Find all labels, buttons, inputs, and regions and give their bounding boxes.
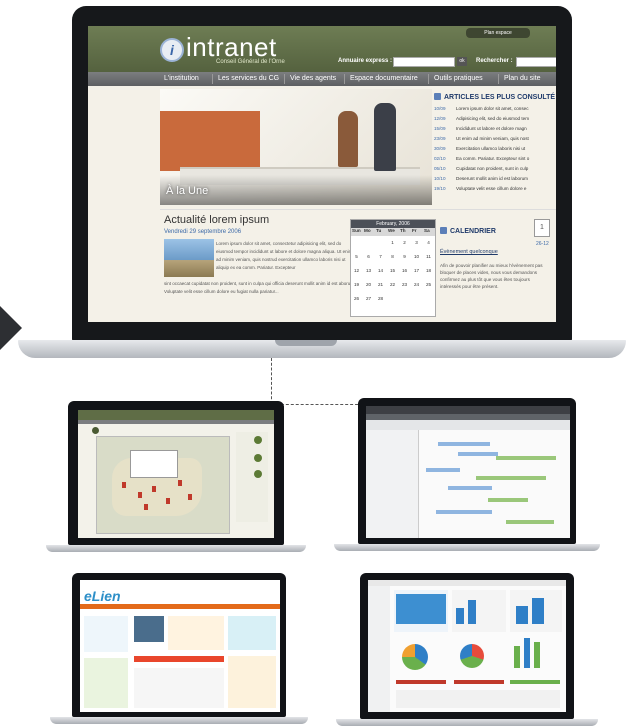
nav-item-institution[interactable]: L'institution xyxy=(164,72,199,86)
dashboard-screen xyxy=(368,580,566,712)
info-icon: i xyxy=(160,38,184,62)
calendar-day[interactable]: 28 xyxy=(375,296,386,301)
gantt-screen xyxy=(366,406,570,538)
hero-image[interactable]: À la Une xyxy=(160,89,432,205)
calendar-day[interactable]: 4 xyxy=(423,240,434,245)
calendar-day[interactable]: 19 xyxy=(351,282,362,287)
calendar-day[interactable]: 15 xyxy=(387,268,398,273)
calendar-day[interactable]: 9 xyxy=(399,254,410,259)
nav-item-services[interactable]: Les services du CG xyxy=(218,72,279,86)
search-input[interactable] xyxy=(516,57,556,67)
calendar-day[interactable]: 5 xyxy=(351,254,362,259)
article-row[interactable]: 02/10 Ea comm. Pariatur. Excepteur sint o xyxy=(434,156,529,161)
articles-title: ARTICLES LES PLUS CONSULTÉ xyxy=(444,94,556,101)
news-date: Vendredi 29 septembre 2006 xyxy=(164,229,242,235)
article-row[interactable]: 05/10 Cupidatat non proident, sunt in cul… xyxy=(434,166,528,171)
hero-caption: À la Une xyxy=(166,185,209,197)
logo-subtitle: Conseil Général de l'Orne xyxy=(216,59,285,65)
nav-item-vie-agents[interactable]: Vie des agents xyxy=(290,72,336,86)
nav-item-plan-site[interactable]: Plan du site xyxy=(504,72,541,86)
calendar-day[interactable]: 1 xyxy=(387,240,398,245)
article-row[interactable]: 15/09 Incididunt ut labore et dolore magn xyxy=(434,126,527,131)
event-text: Afin de pouvoir planifier au mieux l'évè… xyxy=(440,263,543,289)
article-row[interactable]: 30/09 Exercitation ullamco laboris nisi u… xyxy=(434,146,525,151)
nav-item-outils[interactable]: Outils pratiques xyxy=(434,72,483,86)
plan-espace-button[interactable]: Plan espace xyxy=(466,28,530,38)
calendar-day[interactable]: 21 xyxy=(375,282,386,287)
calendar-day[interactable]: 14 xyxy=(375,268,386,273)
laptop-base xyxy=(336,719,598,726)
main-laptop-screen: i intranet Conseil Général de l'Orne Pla… xyxy=(88,26,556,322)
connector-line xyxy=(271,404,363,405)
calendar-day[interactable]: 23 xyxy=(399,282,410,287)
calendar-day[interactable]: 20 xyxy=(363,282,374,287)
nav-item-documentaire[interactable]: Espace documentaire xyxy=(350,72,418,86)
article-row[interactable]: 23/09 Ut enim ad minim veniam, quis nost xyxy=(434,136,529,141)
article-row[interactable]: 19/10 Voluptate velit esse cillum dolore … xyxy=(434,186,526,191)
agenda-title: CALENDRIER xyxy=(450,228,496,235)
divider xyxy=(160,209,556,210)
calendar-day[interactable]: 10 xyxy=(411,254,422,259)
article-row[interactable]: 10/10 Deserunt mollit anim id est laborum xyxy=(434,176,528,181)
article-row[interactable]: 12/09 Adipisicing elit, sed do eiusmod te… xyxy=(434,116,529,121)
calendar-month[interactable]: February, 2006 xyxy=(351,220,435,228)
search-label: Rechercher : xyxy=(476,58,513,64)
article-row[interactable]: 10/09 Lorem ipsum dolor sit amet, consec xyxy=(434,106,529,111)
calendar-day[interactable]: 26 xyxy=(351,296,362,301)
main-nav: L'institution Les services du CG Vie des… xyxy=(88,72,556,86)
event-link[interactable]: Évènement quelconque xyxy=(440,249,498,255)
laptop-base xyxy=(46,545,306,552)
annuaire-label: Annuaire express : xyxy=(338,58,393,64)
calendar-day[interactable]: 22 xyxy=(387,282,398,287)
news-text: Lorem ipsum dolor sit amet, consectetur … xyxy=(216,241,353,270)
connector-line xyxy=(271,358,272,404)
calendar-day[interactable]: 8 xyxy=(387,254,398,259)
calendar-weekdays: Sun Mo Tu We Th Fr Sa xyxy=(351,228,435,236)
calendar-day[interactable]: 2 xyxy=(399,240,410,245)
calendar-day[interactable]: 27 xyxy=(363,296,374,301)
map-screen xyxy=(78,410,274,538)
news-text-continued: sint occaecat cupidatat non proident, su… xyxy=(164,281,356,294)
laptop-base xyxy=(334,544,600,551)
laptop-base xyxy=(50,717,308,724)
calendar-day[interactable]: 12 xyxy=(351,268,362,273)
calendar-day[interactable]: 17 xyxy=(411,268,422,273)
calendar-day[interactable]: 11 xyxy=(423,254,434,259)
calendar-day[interactable]: 3 xyxy=(411,240,422,245)
news-image xyxy=(164,239,214,277)
calendar-day[interactable]: 18 xyxy=(423,268,434,273)
ok-button[interactable]: ok xyxy=(457,57,467,66)
calendar-day[interactable]: 24 xyxy=(411,282,422,287)
calendar-widget: February, 2006 Sun Mo Tu We Th Fr Sa 123… xyxy=(350,219,436,317)
calendar-icon xyxy=(440,227,447,234)
elien-logo: eLien xyxy=(84,588,121,604)
rss-icon xyxy=(434,93,441,100)
agenda-date: 26-12 xyxy=(536,241,549,247)
annuaire-input[interactable] xyxy=(393,57,455,67)
news-title[interactable]: Actualité lorem ipsum xyxy=(164,214,269,226)
elien-screen: eLien xyxy=(80,580,280,712)
calendar-day[interactable]: 7 xyxy=(375,254,386,259)
laptop-notch xyxy=(275,340,337,346)
calendar-day[interactable]: 25 xyxy=(423,282,434,287)
day-number-badge: 1 xyxy=(534,219,550,237)
calendar-day[interactable]: 13 xyxy=(363,268,374,273)
calendar-day[interactable]: 16 xyxy=(399,268,410,273)
calendar-day[interactable]: 6 xyxy=(363,254,374,259)
